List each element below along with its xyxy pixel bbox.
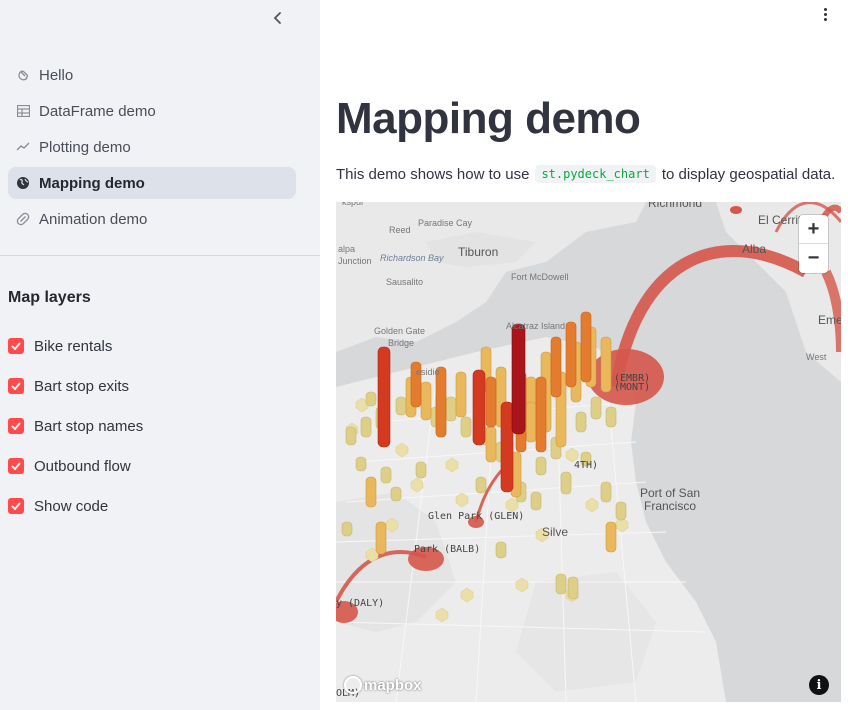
pill-icon [16,212,30,226]
checkbox-bart-stop-names[interactable]: Bart stop names [8,406,143,446]
map-label: Richardson Bay [380,253,444,263]
nav-label: DataFrame demo [39,102,156,120]
nav-item-mapping-demo[interactable]: Mapping demo [8,167,296,199]
map-label: Francisco [644,499,697,513]
checkbox-label: Bart stop exits [34,377,130,395]
map-label: West [806,352,827,362]
nav-item-hello[interactable]: Hello [8,59,296,91]
trend-icon [16,140,30,154]
nav-item-animation-demo[interactable]: Animation demo [8,203,296,235]
nav-label: Animation demo [39,210,148,228]
mapbox-logo-icon [344,676,362,694]
checkbox-outbound-flow[interactable]: Outbound flow [8,446,143,486]
checkbox-label: Outbound flow [34,457,131,475]
zoom-controls: + − [799,215,828,273]
nav-label: Mapping demo [39,174,145,192]
nav-item-dataframe-demo[interactable]: DataFrame demo [8,95,296,127]
nav-label: Hello [39,66,74,84]
checkbox-bike-rentals[interactable]: Bike rentals [8,326,143,366]
map-label: Fort McDowell [511,272,569,282]
pydeck-map[interactable]: Richmond El Cerrito Alba Eme West Tiburo… [336,202,841,702]
nav-item-plotting-demo[interactable]: Plotting demo [8,131,296,163]
main-menu-button[interactable] [814,4,836,24]
map-label: alpa [338,244,356,254]
table-icon [16,104,30,118]
collapse-sidebar-button[interactable] [266,6,290,30]
attribution-info-button[interactable]: i [809,675,829,695]
chevron-left-icon [273,12,281,24]
zoom-out-button[interactable]: − [799,244,828,273]
checkbox-checked-icon [8,378,24,394]
map-label: Park (BALB) [414,544,481,555]
checkbox-checked-icon [8,338,24,354]
map-label: Alba [742,242,767,256]
map-label: Reed [389,225,411,235]
page-description: This demo shows how to use st.pydeck_cha… [336,165,835,183]
checkbox-label: Show code [34,497,109,515]
map-layers-heading: Map layers [8,289,91,306]
checkbox-show-code[interactable]: Show code [8,486,143,526]
globe-icon [16,176,30,190]
more-vertical-icon [823,7,827,11]
checkbox-bart-stop-exits[interactable]: Bart stop exits [8,366,143,406]
map-label: Eme [818,313,841,327]
checkbox-checked-icon [8,418,24,434]
checkbox-checked-icon [8,458,24,474]
map-layers-checkboxes: Bike rentals Bart stop exits Bart stop n… [8,326,143,526]
map-label: Silve [542,525,569,539]
page-title: Mapping demo [336,94,641,143]
sidebar-nav: Hello DataFrame demo Plotting demo Mappi… [8,59,296,239]
map-label: Paradise Cay [418,218,473,228]
map-label: Richmond [648,202,703,210]
description-text: to display geospatial data. [661,165,836,183]
map-label: Tiburon [458,245,499,259]
mapbox-logo[interactable]: mapbox [344,676,422,694]
sidebar-divider [0,255,320,256]
nav-label: Plotting demo [39,138,131,156]
inline-code: st.pydeck_chart [535,165,656,183]
map-label: Alcatraz Island [506,321,566,331]
map-label: y (DALY) [336,598,385,609]
description-text: This demo shows how to use [336,165,530,183]
map-label: Bridge [388,338,415,348]
map-label: Sausalito [386,277,424,287]
map-label: Glen Park (GLEN) [428,511,525,522]
mapbox-logo-text: mapbox [364,676,422,694]
wave-icon [16,68,30,82]
map-label: (MONT) [614,382,651,393]
map-label: esidio [416,367,440,377]
zoom-in-button[interactable]: + [799,215,828,244]
map-label: 4TH) [574,460,599,471]
map-label: Port of San [640,486,701,500]
checkbox-checked-icon [8,498,24,514]
sidebar: Hello DataFrame demo Plotting demo Mappi… [0,0,320,710]
checkbox-label: Bike rentals [34,337,113,355]
checkbox-label: Bart stop names [34,417,144,435]
map-label: kspur [342,202,365,207]
map-label: Junction [338,256,372,266]
map-label: Golden Gate [374,326,426,336]
